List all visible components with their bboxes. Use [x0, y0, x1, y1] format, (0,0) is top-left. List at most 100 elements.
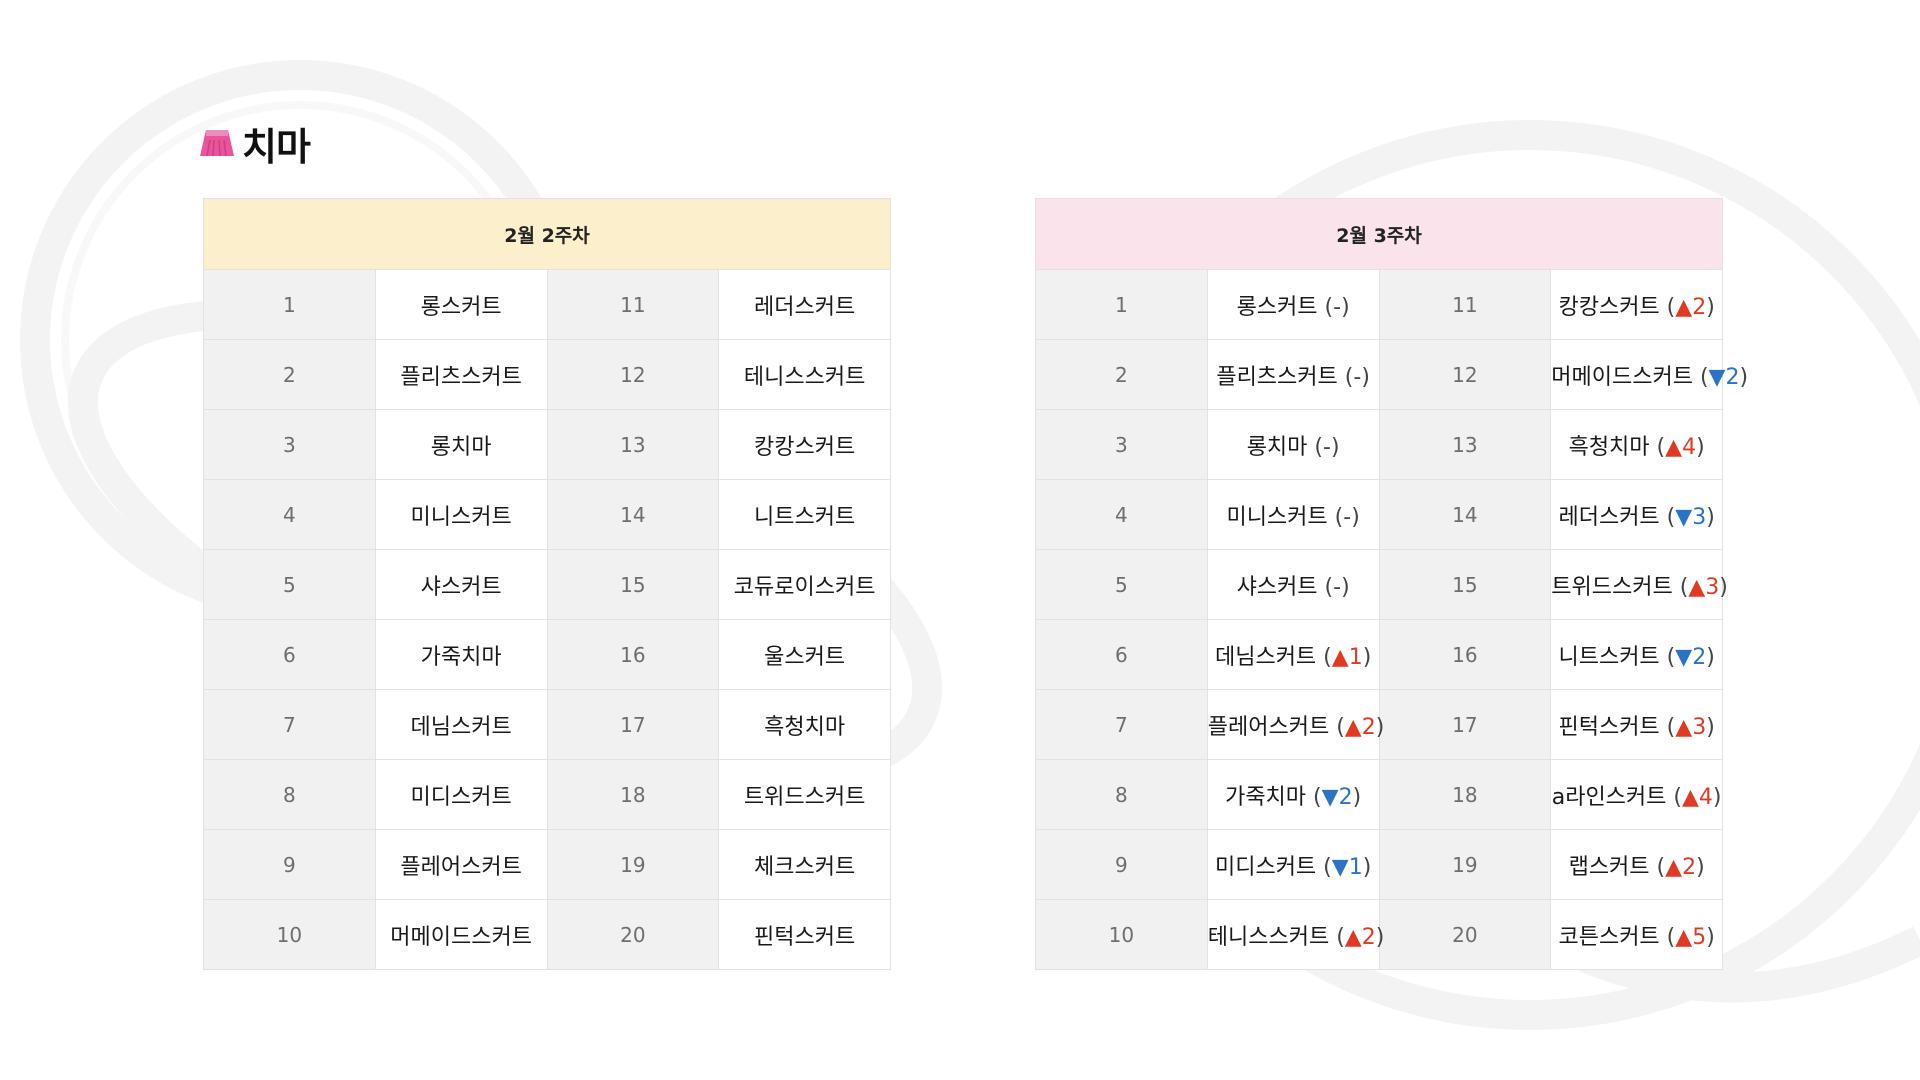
change-close-paren: )	[1341, 294, 1350, 320]
rank-number: 6	[203, 619, 376, 690]
rank-number: 7	[203, 689, 376, 760]
up-arrow-icon: ▲	[1688, 574, 1706, 600]
up-arrow-icon: ▲	[1682, 784, 1699, 810]
item-label: a라인스커트	[1551, 784, 1667, 810]
table-row: 1 롱스커트 (-) 11 캉캉스커트 (▲2)	[1035, 269, 1723, 340]
rank-change: (-)	[1335, 505, 1360, 530]
rank-number: 17	[546, 689, 720, 760]
rank-change: (▲3)	[1680, 575, 1728, 600]
rank-number: 9	[1035, 829, 1208, 900]
item-name: 테니스스커트	[718, 339, 891, 410]
rank-change: (▼2)	[1313, 785, 1361, 810]
table-row: 1 롱스커트 11 레더스커트	[203, 269, 891, 340]
table-row: 4 미니스커트 14 니트스커트	[203, 479, 891, 550]
item-name: 롱스커트	[374, 269, 548, 340]
change-value: 1	[1348, 854, 1363, 880]
item-label: 플리츠스커트	[1216, 364, 1338, 390]
change-close-paren: )	[1375, 714, 1385, 740]
table-title: 2월 2주차	[203, 198, 891, 270]
rank-change: (-)	[1325, 575, 1350, 600]
rank-number: 19	[1378, 829, 1552, 900]
change-close-paren: )	[1375, 924, 1385, 950]
table-row: 4 미니스커트 (-) 14 레더스커트 (▼3)	[1035, 479, 1723, 550]
change-close-paren: )	[1696, 434, 1705, 460]
item-name: 플레어스커트 (▲2)	[1206, 689, 1384, 760]
item-name: 샤스커트	[374, 549, 548, 620]
item-label: 테니스스커트	[743, 364, 866, 390]
rank-number: 4	[203, 479, 376, 550]
rank-change: (▲3)	[1667, 715, 1715, 740]
change-open-paren: (	[1324, 294, 1334, 320]
item-label: 랩스커트	[1568, 854, 1650, 880]
rank-change: (▼3)	[1667, 505, 1715, 530]
item-name: 코튼스커트 (▲5)	[1550, 899, 1723, 970]
rank-number: 13	[1378, 409, 1552, 480]
change-close-paren: )	[1706, 294, 1715, 320]
change-open-paren: (	[1699, 364, 1709, 390]
item-label: 핀턱스커트	[754, 924, 856, 950]
item-label: 트위드스커트	[743, 784, 866, 810]
item-name: 니트스커트 (▼2)	[1550, 619, 1723, 690]
rank-number: 19	[546, 829, 720, 900]
rank-change: (▲1)	[1323, 645, 1371, 670]
rank-number: 12	[1378, 339, 1552, 410]
change-close-paren: )	[1706, 714, 1715, 740]
change-close-paren: )	[1696, 854, 1705, 880]
down-arrow-icon: ▼	[1321, 784, 1339, 810]
item-name: 머메이드스커트 (▼2)	[1550, 339, 1748, 410]
rank-number: 18	[546, 759, 720, 830]
item-name: 코듀로이스커트	[718, 549, 891, 620]
item-label: 흑청치마	[1568, 434, 1650, 460]
change-close-paren: )	[1330, 434, 1340, 460]
no-change-dash: -	[1323, 434, 1331, 460]
item-name: 테니스스커트 (▲2)	[1206, 899, 1384, 970]
change-value: 4	[1682, 434, 1697, 460]
item-label: 니트스커트	[1558, 644, 1660, 670]
rank-number: 10	[203, 899, 376, 970]
change-value: 2	[1725, 364, 1740, 390]
item-label: 울스커트	[764, 644, 846, 670]
item-label: 미니스커트	[410, 504, 512, 530]
rank-number: 16	[1378, 619, 1552, 690]
change-open-paren: (	[1314, 434, 1324, 460]
rank-change: (-)	[1345, 365, 1370, 390]
rank-number: 2	[203, 339, 376, 410]
change-close-paren: )	[1706, 644, 1715, 670]
change-close-paren: )	[1352, 784, 1362, 810]
rank-number: 11	[1378, 269, 1552, 340]
ranking-table-week2: 2월 2주차 1 롱스커트 11 레더스커트 2 플리츠스커트 12 테니스스커트 3 롱치마 13…	[203, 198, 891, 970]
item-label: 핀턱스커트	[1558, 714, 1660, 740]
skirt-icon	[200, 130, 234, 157]
rank-number: 7	[1035, 689, 1208, 760]
table-row: 8 미디스커트 18 트위드스커트	[203, 759, 891, 830]
change-close-paren: )	[1706, 924, 1715, 950]
rank-change: (-)	[1325, 295, 1350, 320]
item-label: 샤스커트	[1236, 574, 1318, 600]
item-name: 캉캉스커트	[718, 409, 891, 480]
rank-number: 15	[1378, 549, 1552, 620]
table-row: 7 플레어스커트 (▲2) 17 핀턱스커트 (▲3)	[1035, 689, 1723, 760]
no-change-dash: -	[1333, 574, 1342, 600]
table-row: 10 머메이드스커트 20 핀턱스커트	[203, 899, 891, 970]
rank-change: (▼1)	[1323, 855, 1371, 880]
change-open-paren: (	[1323, 644, 1332, 670]
table-title: 2월 3주차	[1035, 198, 1723, 270]
item-name: 핀턱스커트 (▲3)	[1550, 689, 1723, 760]
item-name: 가죽치마 (▼2)	[1206, 759, 1380, 830]
change-value: 2	[1692, 294, 1707, 320]
item-name: 머메이드스커트	[374, 899, 548, 970]
item-label: 머메이드스커트	[390, 924, 532, 950]
item-name: 롱치마	[374, 409, 548, 480]
change-open-paren: (	[1323, 854, 1332, 880]
item-label: 흑청치마	[764, 714, 846, 740]
item-label: 머메이드스커트	[1551, 364, 1693, 390]
change-close-paren: )	[1362, 854, 1372, 880]
change-open-paren: (	[1336, 714, 1345, 740]
item-label: 데님스커트	[410, 714, 512, 740]
item-name: 니트스커트	[718, 479, 891, 550]
rank-number: 20	[1378, 899, 1552, 970]
item-label: 롱스커트	[420, 294, 502, 320]
item-name: 미디스커트 (▼1)	[1206, 829, 1380, 900]
item-label: 롱치마	[430, 434, 492, 460]
table-row: 10 테니스스커트 (▲2) 20 코튼스커트 (▲5)	[1035, 899, 1723, 970]
